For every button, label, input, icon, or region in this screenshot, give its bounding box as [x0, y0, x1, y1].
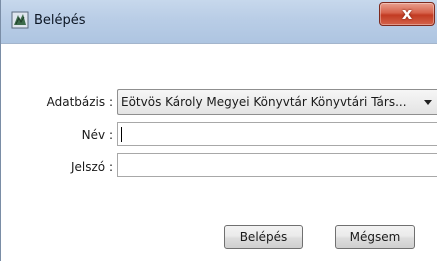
- text-caret: [121, 127, 122, 142]
- window-title: Belépés: [34, 13, 86, 28]
- database-select[interactable]: Eötvös Károly Megyei Könyvtár Könyvtári …: [117, 89, 437, 115]
- close-button[interactable]: x: [379, 2, 435, 26]
- app-icon: [11, 11, 29, 29]
- username-input[interactable]: [117, 122, 437, 146]
- password-input[interactable]: [117, 153, 437, 177]
- title-bar[interactable]: Belépés x: [1, 0, 437, 44]
- password-label: Jelszó :: [70, 160, 113, 174]
- database-selected-value: Eötvös Károly Megyei Könyvtár Könyvtári …: [121, 95, 407, 109]
- login-button[interactable]: Belépés: [224, 225, 303, 249]
- dialog-content: Adatbázis : Eötvös Károly Megyei Könyvtá…: [1, 45, 437, 261]
- login-dialog: Belépés x Adatbázis : Eötvös Károly Megy…: [0, 0, 437, 261]
- chevron-down-icon[interactable]: [424, 100, 432, 105]
- close-icon: x: [401, 4, 413, 23]
- username-label: Név :: [81, 128, 113, 142]
- database-label: Adatbázis :: [46, 95, 113, 109]
- cancel-button[interactable]: Mégsem: [335, 225, 415, 249]
